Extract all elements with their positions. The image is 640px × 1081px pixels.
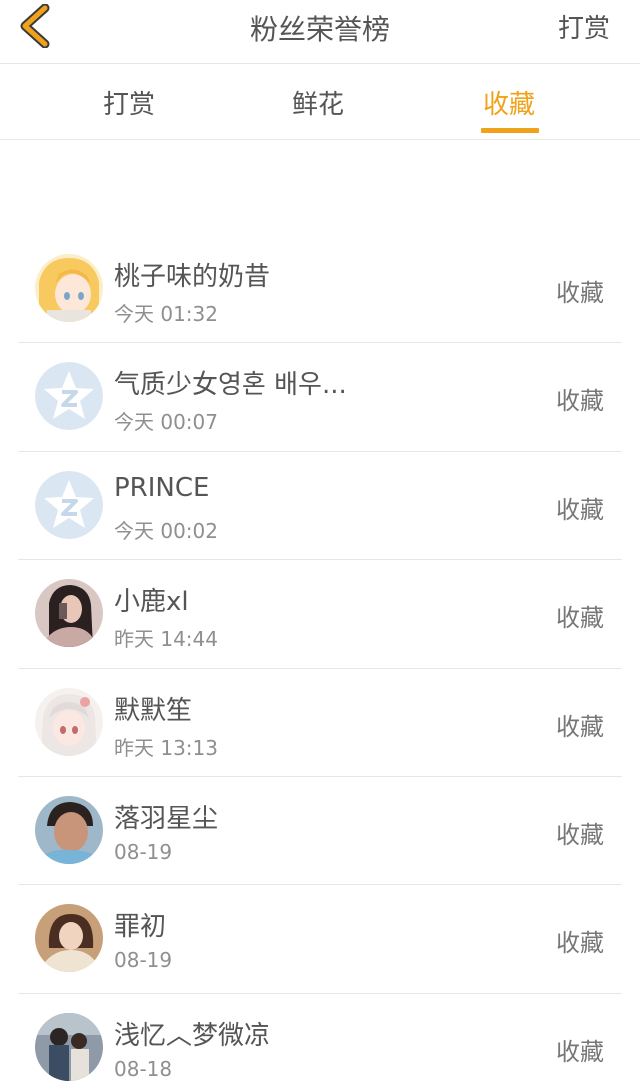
action-label: 收藏 <box>556 604 604 633</box>
action-label: 收藏 <box>556 820 604 849</box>
tab-favorites[interactable]: 收藏 <box>483 84 535 121</box>
anime-girl-avatar-icon <box>35 254 103 322</box>
action-label: 收藏 <box>556 495 604 524</box>
list-item[interactable]: 浅忆︿梦微凉 08-18 收藏 <box>18 994 622 1081</box>
avatar <box>35 579 103 648</box>
timestamp: 今天 00:02 <box>114 518 218 543</box>
list-item[interactable]: 气质少女영혼 배우... 今天 00:07 收藏 <box>18 343 622 452</box>
action-label: 收藏 <box>556 387 604 416</box>
tab-reward[interactable]: 打赏 <box>103 84 155 121</box>
photo-girl-avatar-icon <box>35 579 103 648</box>
active-tab-indicator <box>481 128 539 133</box>
timestamp: 今天 00:07 <box>114 410 218 435</box>
avatar <box>35 1012 103 1081</box>
user-name: 罪初 <box>114 912 167 943</box>
reward-button[interactable]: 打赏 <box>558 8 610 45</box>
tab-bar: 打赏 鲜花 收藏 <box>0 64 640 140</box>
fan-list: 桃子味的奶昔 今天 01:32 收藏 气质少女영혼 배우... 今天 00:07… <box>18 235 622 1081</box>
avatar <box>35 795 103 864</box>
user-name: 浅忆︿梦微凉 <box>114 1020 271 1051</box>
tab-flowers[interactable]: 鲜花 <box>292 84 344 121</box>
photo-couple-avatar-icon <box>35 1012 103 1081</box>
user-name: 桃子味的奶昔 <box>114 262 271 292</box>
top-bar: 粉丝荣誉榜 打赏 <box>0 0 640 64</box>
avatar <box>35 470 103 539</box>
default-star-avatar-icon <box>35 362 103 431</box>
user-name: 气质少女영혼 배우... <box>114 370 347 401</box>
list-item[interactable]: 落羽星尘 08-19 收藏 <box>18 777 622 886</box>
avatar <box>35 687 103 756</box>
action-label: 收藏 <box>556 712 604 741</box>
timestamp: 08-19 <box>114 839 173 864</box>
page-title: 粉丝荣誉榜 <box>249 13 390 46</box>
action-label: 收藏 <box>556 929 604 958</box>
user-name: 小鹿xl <box>114 587 189 618</box>
photo-boy-avatar-icon <box>35 795 103 864</box>
action-label: 收藏 <box>556 279 604 307</box>
list-item[interactable]: 小鹿xl 昨天 14:44 收藏 <box>18 560 622 669</box>
list-item[interactable]: PRINCE 今天 00:02 收藏 <box>18 452 622 561</box>
default-star-avatar-icon <box>35 470 103 539</box>
list-item[interactable]: 罪初 08-19 收藏 <box>18 885 622 994</box>
timestamp: 昨天 14:44 <box>114 627 218 652</box>
photo-girl-warm-avatar-icon <box>35 904 103 973</box>
list-item[interactable]: 桃子味的奶昔 今天 01:32 收藏 <box>18 235 622 344</box>
timestamp: 08-19 <box>114 948 173 973</box>
list-item[interactable]: 默默笙 昨天 13:13 收藏 <box>18 669 622 777</box>
avatar <box>35 904 103 973</box>
user-name: 落羽星尘 <box>114 803 219 834</box>
user-name: PRINCE <box>114 472 210 503</box>
user-name: 默默笙 <box>114 695 193 726</box>
timestamp: 今天 01:32 <box>114 302 218 326</box>
action-label: 收藏 <box>556 1037 604 1066</box>
avatar <box>35 254 103 322</box>
timestamp: 昨天 13:13 <box>114 735 218 760</box>
anime-girl-white-avatar-icon <box>35 687 103 756</box>
avatar <box>35 362 103 431</box>
timestamp: 08-18 <box>114 1056 173 1081</box>
